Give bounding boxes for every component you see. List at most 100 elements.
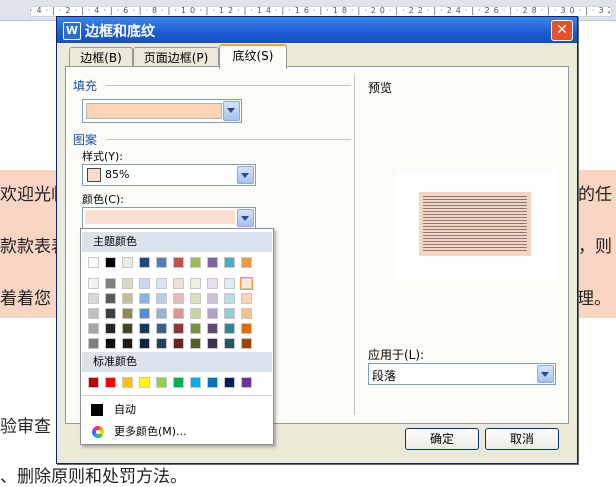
theme-shade-swatch[interactable] [224, 278, 235, 289]
theme-color-swatch[interactable] [173, 257, 184, 268]
theme-color-swatch[interactable] [207, 257, 218, 268]
pattern-color-dropdown[interactable] [82, 207, 256, 229]
theme-color-swatch[interactable] [190, 257, 201, 268]
theme-shade-swatch[interactable] [139, 338, 150, 349]
theme-shade-swatch[interactable] [88, 323, 99, 334]
theme-shade-swatch[interactable] [190, 338, 201, 349]
standard-color-swatch[interactable] [105, 377, 116, 388]
standard-color-swatch[interactable] [190, 377, 201, 388]
theme-color-swatch[interactable] [224, 257, 235, 268]
theme-color-swatch[interactable] [156, 257, 167, 268]
preview-text-lines [423, 196, 527, 252]
theme-shade-swatch[interactable] [241, 308, 252, 319]
theme-shade-swatch[interactable] [122, 323, 133, 334]
tab-shading[interactable]: 底纹(S) [219, 44, 287, 69]
chevron-down-icon[interactable] [537, 365, 554, 383]
standard-colors-header: 标准颜色 [82, 352, 272, 372]
theme-shade-swatch[interactable] [156, 338, 167, 349]
theme-shade-swatch[interactable] [190, 293, 201, 304]
chevron-down-icon[interactable] [223, 101, 240, 121]
panel-divider [354, 75, 355, 415]
theme-shade-swatch[interactable] [88, 293, 99, 304]
theme-shade-swatch[interactable] [88, 278, 99, 289]
theme-shade-swatch[interactable] [207, 338, 218, 349]
theme-shade-swatch[interactable] [88, 308, 99, 319]
theme-shade-swatch[interactable] [122, 338, 133, 349]
theme-shade-swatch[interactable] [207, 308, 218, 319]
doc-line-1-right: 的任 [578, 185, 612, 205]
popup-divider [82, 395, 272, 396]
more-colors-option[interactable]: 更多颜色(M)... [82, 422, 272, 442]
theme-shade-swatch[interactable] [105, 278, 116, 289]
theme-shade-swatch[interactable] [173, 278, 184, 289]
theme-shade-swatch[interactable] [122, 293, 133, 304]
theme-shade-swatch[interactable] [105, 293, 116, 304]
style-label: 样式(Y): [82, 150, 124, 163]
theme-shade-swatch[interactable] [190, 278, 201, 289]
theme-shade-swatch[interactable] [156, 308, 167, 319]
pattern-style-swatch [87, 168, 101, 182]
theme-shade-swatch[interactable] [139, 308, 150, 319]
theme-shade-swatch[interactable] [224, 323, 235, 334]
theme-shade-swatch[interactable] [122, 278, 133, 289]
theme-shade-swatch[interactable] [156, 323, 167, 334]
cancel-button[interactable]: 取消 [485, 428, 559, 450]
standard-color-swatch[interactable] [173, 377, 184, 388]
theme-shade-swatch[interactable] [122, 308, 133, 319]
theme-shade-swatch[interactable] [173, 338, 184, 349]
tab-page-border[interactable]: 页面边框(P) [133, 47, 219, 68]
theme-shade-swatch[interactable] [105, 323, 116, 334]
apply-to-dropdown[interactable]: 段落 [368, 363, 556, 385]
theme-color-swatch[interactable] [88, 257, 99, 268]
theme-shade-swatch[interactable] [156, 278, 167, 289]
theme-shade-swatch[interactable] [139, 293, 150, 304]
theme-color-swatch[interactable] [139, 257, 150, 268]
theme-shade-swatch[interactable] [224, 308, 235, 319]
pattern-style-value: 85% [105, 168, 130, 181]
theme-shade-swatch[interactable] [105, 338, 116, 349]
automatic-swatch [91, 404, 103, 416]
theme-shade-swatch[interactable] [173, 293, 184, 304]
standard-color-swatch[interactable] [207, 377, 218, 388]
theme-shade-swatch[interactable] [173, 308, 184, 319]
theme-shade-swatch[interactable] [207, 323, 218, 334]
theme-shade-swatch[interactable] [241, 338, 252, 349]
standard-color-swatch[interactable] [88, 377, 99, 388]
chevron-down-icon[interactable] [237, 209, 254, 227]
theme-color-swatch[interactable] [241, 257, 252, 268]
theme-color-swatch[interactable] [105, 257, 116, 268]
theme-shade-swatch[interactable] [105, 308, 116, 319]
standard-color-swatch[interactable] [224, 377, 235, 388]
theme-shade-swatch[interactable] [241, 323, 252, 334]
standard-color-swatch[interactable] [156, 377, 167, 388]
fill-color-dropdown[interactable] [82, 99, 242, 123]
theme-shade-swatch[interactable] [139, 278, 150, 289]
theme-shade-swatch[interactable] [173, 323, 184, 334]
theme-shade-swatch[interactable] [224, 338, 235, 349]
standard-color-swatch[interactable] [241, 377, 252, 388]
pattern-style-dropdown[interactable]: 85% [82, 164, 256, 186]
doc-line-2-right: ，则 [578, 237, 612, 257]
theme-color-swatch[interactable] [122, 257, 133, 268]
theme-shade-swatch[interactable] [139, 323, 150, 334]
close-button[interactable]: ✕ [551, 20, 573, 41]
theme-shade-swatch[interactable] [190, 308, 201, 319]
dialog-title-bar[interactable]: W 边框和底纹 ✕ [57, 17, 577, 43]
standard-color-swatch[interactable] [122, 377, 133, 388]
theme-shade-swatch[interactable] [190, 323, 201, 334]
theme-shade-swatch[interactable] [207, 278, 218, 289]
app-logo-icon: W [63, 22, 81, 40]
ok-button[interactable]: 确定 [405, 428, 479, 450]
theme-shade-swatch[interactable] [241, 293, 252, 304]
theme-shade-swatch[interactable] [88, 338, 99, 349]
automatic-color-option[interactable]: 自动 [82, 400, 272, 420]
standard-color-swatch[interactable] [139, 377, 150, 388]
theme-shade-swatch[interactable] [207, 293, 218, 304]
theme-shade-swatch[interactable] [156, 293, 167, 304]
tab-borders[interactable]: 边框(B) [69, 47, 133, 68]
preview-label: 预览 [368, 81, 393, 95]
theme-shade-swatch[interactable] [240, 277, 253, 290]
preview-shaded-block [419, 192, 531, 256]
chevron-down-icon[interactable] [237, 166, 254, 184]
theme-shade-swatch[interactable] [224, 293, 235, 304]
